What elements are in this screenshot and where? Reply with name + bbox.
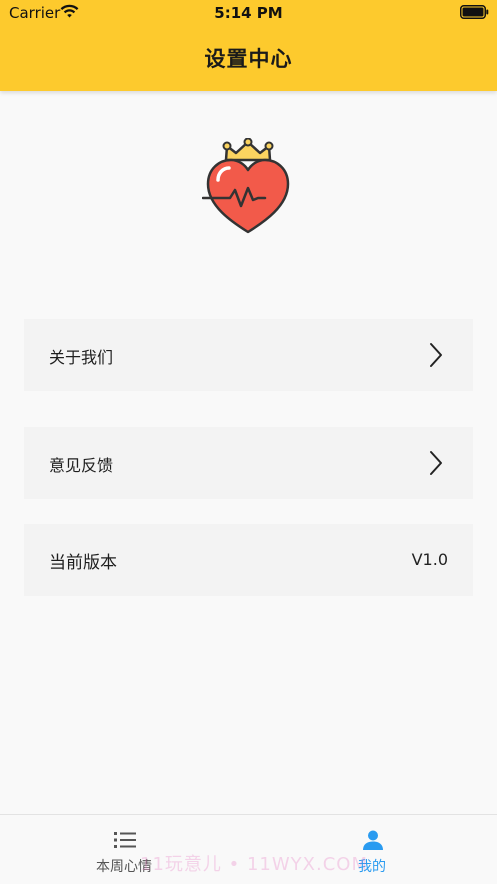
feedback-row[interactable]: 意见反馈	[24, 427, 473, 499]
status-bar: Carrier 5:14 PM	[0, 0, 497, 26]
feedback-label: 意见反馈	[49, 456, 114, 475]
chevron-right-icon	[430, 343, 442, 367]
person-icon	[363, 830, 383, 850]
chevron-right-icon	[430, 451, 442, 475]
watermark: 11玩意儿 • 11WYX.COM	[140, 854, 368, 875]
about-us-label: 关于我们	[49, 348, 114, 367]
about-us-row[interactable]: 关于我们	[24, 319, 473, 391]
version-value: V1.0	[411, 550, 448, 569]
crowned-heart-heartbeat-icon	[202, 138, 290, 234]
status-time: 5:14 PM	[214, 4, 283, 22]
navigation-header: Carrier 5:14 PM 设置中心	[0, 0, 497, 91]
page-title: 设置中心	[204, 47, 293, 71]
list-icon	[114, 832, 136, 848]
battery-full-icon	[460, 5, 489, 19]
current-version-row: 当前版本 V1.0	[24, 524, 473, 596]
current-version-label: 当前版本	[49, 553, 117, 573]
